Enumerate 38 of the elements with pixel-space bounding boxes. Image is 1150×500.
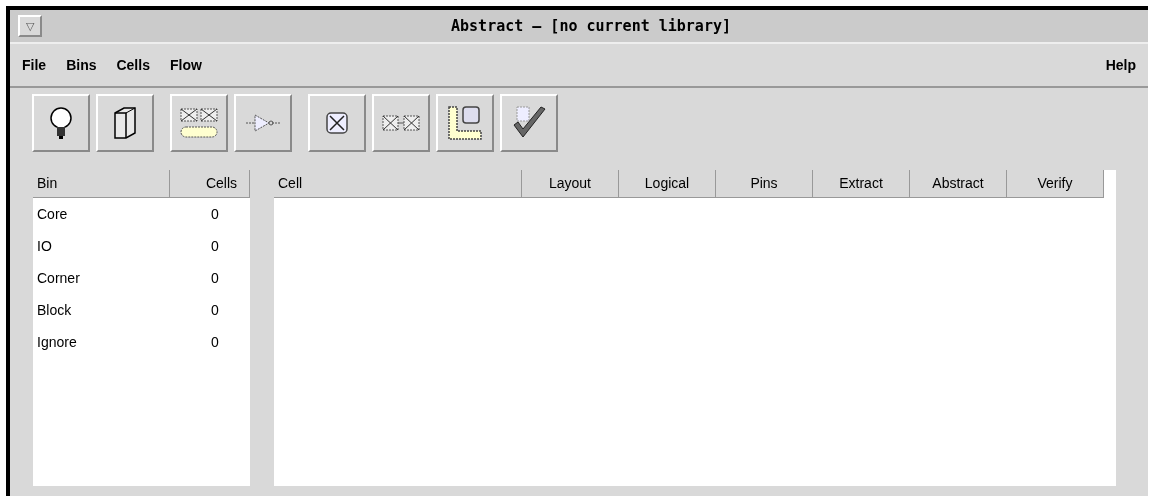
column-header[interactable]: Cell [274, 170, 522, 198]
column-header[interactable]: Bin [33, 170, 170, 198]
toolbar-button[interactable] [436, 94, 494, 152]
table-cell-text: Corner [36, 268, 81, 288]
column-header[interactable]: Extract [813, 170, 910, 198]
crossed-boxes-icon [381, 113, 421, 133]
book-icon [112, 106, 138, 140]
table-cell-text: 0 [210, 236, 220, 256]
toolbar-button[interactable] [32, 94, 90, 152]
table-cell-text: 0 [210, 268, 220, 288]
toolbar-button[interactable] [96, 94, 154, 152]
window-title: Abstract – [no current library] [451, 15, 731, 37]
cell-row-icon [179, 105, 219, 141]
column-header[interactable]: Pins [716, 170, 813, 198]
window-menu-button[interactable]: ▽ [18, 15, 42, 37]
lightbulb-icon [48, 106, 74, 140]
column-header[interactable]: Verify [1007, 170, 1104, 198]
table-cell-text: IO [36, 236, 53, 256]
column-header[interactable]: Cells [170, 170, 250, 198]
table-cell-text: 0 [210, 204, 220, 224]
toolbar-button[interactable] [308, 94, 366, 152]
menu-item[interactable]: Flow [169, 54, 202, 76]
menu-item[interactable]: File [22, 54, 47, 76]
toolbar-button[interactable] [500, 94, 558, 152]
menu-item[interactable]: Cells [116, 54, 150, 76]
table-cell-text: 0 [210, 332, 220, 352]
table-cell-text: Core [36, 204, 69, 224]
table-cell-text: Block [36, 300, 73, 320]
column-header[interactable]: Layout [522, 170, 619, 198]
crossed-box-icon [325, 111, 349, 135]
gate-symbol-icon [245, 113, 281, 133]
corner-layout-icon [447, 105, 483, 141]
menu-item[interactable]: Help [1105, 54, 1136, 76]
column-header[interactable]: Logical [619, 170, 716, 198]
table-cell-text: Ignore [36, 332, 78, 352]
table-cell-text: 0 [210, 300, 220, 320]
column-header[interactable]: Abstract [910, 170, 1007, 198]
menu-item[interactable]: Bins [66, 54, 97, 76]
